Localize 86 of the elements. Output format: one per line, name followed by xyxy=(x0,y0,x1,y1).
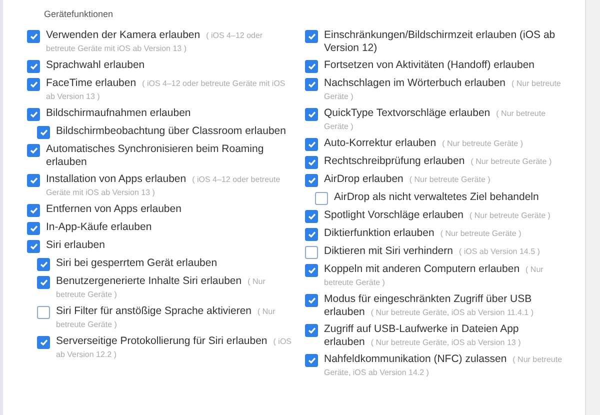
check-icon xyxy=(308,327,316,334)
checkbox[interactable] xyxy=(27,30,40,43)
checkbox[interactable] xyxy=(305,264,318,277)
option-label: Automatisches Synchronisieren beim Roaming erlauben xyxy=(46,143,265,169)
checkbox[interactable] xyxy=(27,144,40,157)
option-label: QuickType Textvorschläge erlauben ( Nur betreute Geräte ) xyxy=(324,107,547,133)
check-icon xyxy=(308,177,316,184)
checkbox[interactable] xyxy=(305,294,318,307)
option-label: Koppeln mit anderen Computern erlauben ( Nur betreute Geräte ) xyxy=(324,263,544,289)
checkbox[interactable] xyxy=(305,60,318,73)
checkbox[interactable] xyxy=(37,336,50,349)
check-icon xyxy=(308,267,316,274)
checkbox[interactable] xyxy=(305,324,318,337)
option-label: In-App-Käufe erlauben xyxy=(46,221,153,234)
option-label: Bildschirmbeobachtung über Classroom erlauben xyxy=(56,125,287,138)
option-label: AirDrop erlauben ( Nur betreute Geräte ) xyxy=(324,173,490,186)
checkbox[interactable] xyxy=(305,210,318,223)
check-icon xyxy=(308,297,316,304)
check-icon xyxy=(308,231,316,238)
check-icon xyxy=(308,213,316,220)
checkbox[interactable] xyxy=(305,354,318,367)
check-icon xyxy=(308,63,316,70)
option-label: Bildschirmaufnahmen erlauben xyxy=(46,107,192,120)
option-label: Diktierfunktion erlauben ( Nur betreute Geräte ) xyxy=(324,227,522,240)
option-label: Auto-Korrektur erlauben ( Nur betreute Geräte ) xyxy=(324,137,523,150)
checkbox[interactable] xyxy=(305,156,318,169)
check-icon xyxy=(40,129,48,136)
option-label: Benutzergenerierte Inhalte Siri erlauben ( Nur betreute Geräte ) xyxy=(56,275,266,301)
section-title: Gerätefunktionen xyxy=(44,9,114,19)
check-icon xyxy=(30,147,38,154)
checkbox[interactable] xyxy=(305,108,318,121)
checkbox[interactable] xyxy=(305,228,318,241)
checkbox[interactable] xyxy=(27,240,40,253)
checkbox[interactable] xyxy=(305,138,318,151)
checkbox[interactable] xyxy=(27,174,40,187)
check-icon xyxy=(30,225,38,232)
check-icon xyxy=(40,339,48,346)
check-icon xyxy=(30,111,38,118)
option-label: Spotlight Vorschläge erlauben ( Nur betreute Geräte ) xyxy=(324,209,550,222)
checkbox[interactable] xyxy=(27,60,40,73)
option-label: AirDrop als nicht verwaltetes Ziel behandeln xyxy=(334,191,540,204)
checkbox[interactable] xyxy=(27,222,40,235)
checkbox[interactable] xyxy=(305,78,318,91)
option-label: Siri bei gesperrtem Gerät erlauben xyxy=(56,257,218,270)
option-label: FaceTime erlauben ( iOS 4–12 oder betreute Geräte mit iOS ab Version 13 ) xyxy=(46,77,286,103)
check-icon xyxy=(40,261,48,268)
option-label: Diktieren mit Siri verhindern ( iOS ab Version 14.5 ) xyxy=(324,245,540,258)
option-label: Fortsetzen von Aktivitäten (Handoff) erlauben xyxy=(324,59,536,72)
check-icon xyxy=(30,207,38,214)
check-icon xyxy=(308,111,316,118)
check-icon xyxy=(30,81,38,88)
option-label: Verwenden der Kamera erlauben ( iOS 4–12 oder betreute Geräte mit iOS ab Version 13 ) xyxy=(46,29,264,55)
option-label: Entfernen von Apps erlauben xyxy=(46,203,182,216)
check-icon xyxy=(40,279,48,286)
check-icon xyxy=(30,33,38,40)
checkbox[interactable] xyxy=(37,126,50,139)
checkbox[interactable] xyxy=(37,276,50,289)
option-label: Serverseitige Protokollierung für Siri erlauben ( iOS ab Version 12.2 ) xyxy=(56,335,293,361)
check-icon xyxy=(308,33,316,40)
checkbox[interactable] xyxy=(315,192,328,205)
checkbox[interactable] xyxy=(37,306,50,319)
option-label: Sprachwahl erlauben xyxy=(46,59,146,72)
check-icon xyxy=(30,63,38,70)
checkbox[interactable] xyxy=(305,174,318,187)
option-label: Einschränkungen/Bildschirmzeit erlauben (iOS ab Version 12) xyxy=(324,29,556,55)
checkbox[interactable] xyxy=(27,204,40,217)
check-icon xyxy=(308,159,316,166)
option-label: Installation von Apps erlauben ( iOS 4–12 oder betreute Geräte mit iOS ab Version 13 ) xyxy=(46,173,282,199)
check-icon xyxy=(308,81,316,88)
option-label: Nahfeldkommunikation (NFC) zulassen ( Nur betreute Geräte, iOS ab Version 14.2 ) xyxy=(324,353,564,379)
checkbox[interactable] xyxy=(305,30,318,43)
checkbox[interactable] xyxy=(37,258,50,271)
option-label: Zugriff auf USB-Laufwerke in Dateien App erlauben ( Nur betreute Geräte, iOS ab Version 13 ) xyxy=(324,323,522,349)
checkbox[interactable] xyxy=(305,246,318,259)
checkbox[interactable] xyxy=(27,78,40,91)
check-icon xyxy=(308,357,316,364)
check-icon xyxy=(30,177,38,184)
scrollbar-track[interactable] xyxy=(585,0,600,415)
option-label: Rechtschreibprüfung erlauben ( Nur betreute Geräte ) xyxy=(324,155,552,168)
check-icon xyxy=(308,141,316,148)
check-icon xyxy=(30,243,38,250)
option-label: Siri Filter für anstößige Sprache aktivieren ( Nur betreute Geräte ) xyxy=(56,305,276,331)
option-label: Nachschlagen im Wörterbuch erlauben ( Nur betreute Geräte ) xyxy=(324,77,562,103)
checkbox[interactable] xyxy=(27,108,40,121)
option-label: Modus für eingeschränkten Zugriff über USB erlauben ( Nur betreute Geräte, iOS ab Version 11.4.1 ) xyxy=(324,293,534,319)
option-label: Siri erlauben xyxy=(46,239,106,252)
